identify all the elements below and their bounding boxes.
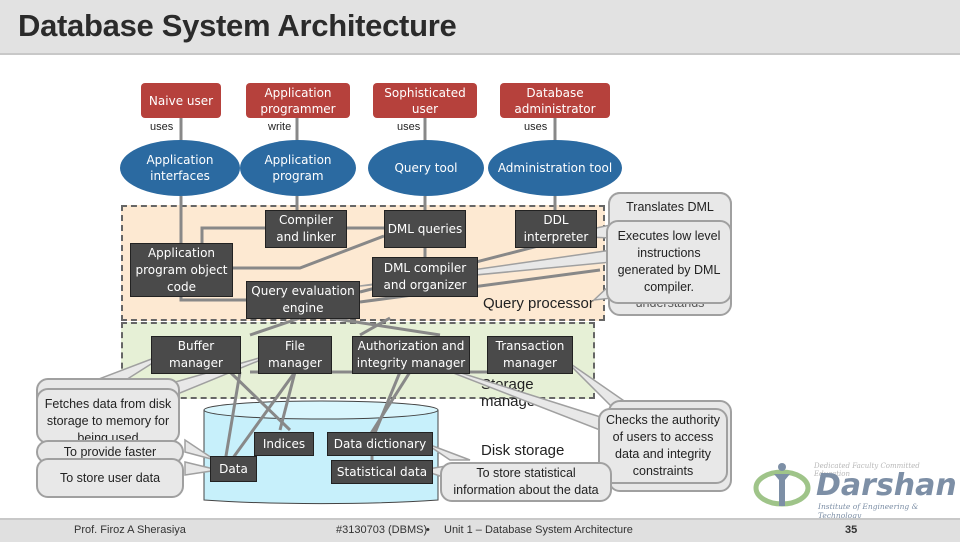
callout-translates-dml-text: Translates DML xyxy=(626,200,714,214)
interface-query-tool: Query tool xyxy=(368,140,484,196)
callout-executes-low-level: Executes low level instructions generate… xyxy=(606,220,732,304)
footer-author: Prof. Firoz A Sherasiya xyxy=(74,524,186,536)
page-number: 35 xyxy=(845,524,858,536)
user-application-programmer: Application programmer xyxy=(246,83,350,118)
footer-course: #3130703 (DBMS) xyxy=(336,524,428,536)
footer-separator: • xyxy=(426,524,430,536)
slide-footer: Prof. Firoz A Sherasiya #3130703 (DBMS) … xyxy=(0,518,960,542)
disk-data: Data xyxy=(210,456,257,482)
logo-name: Darshan xyxy=(816,468,957,503)
footer-unit: Unit 1 – Database System Architecture xyxy=(444,524,633,536)
interface-application-interfaces: Application interfaces xyxy=(120,140,240,196)
user-naive-user: Naive user xyxy=(141,83,221,118)
callout-fetches-data: Fetches data from disk storage to memory… xyxy=(36,388,180,444)
callout-store-statistical: To store statistical information about t… xyxy=(440,462,612,502)
user-database-administrator: Database administrator xyxy=(500,83,610,118)
relation-label-uses: uses xyxy=(524,121,548,133)
sm-buffer-manager: Buffer manager xyxy=(151,336,241,374)
qp-ddl-interpreter: DDL interpreter xyxy=(515,210,597,248)
callout-translates-dml: Translates DML xyxy=(608,192,732,222)
user-sophisticated-user: Sophisticated user xyxy=(373,83,477,118)
sm-authorization-and-integrity-manager: Authorization and integrity manager xyxy=(352,336,470,374)
darshan-logo: Dedicated Faculty Committed Education Da… xyxy=(752,458,957,520)
disk-storage-label: Disk storage xyxy=(481,442,565,459)
interface-application-program: Application program xyxy=(240,140,356,196)
callout-store-user-data: To store user data xyxy=(36,458,184,498)
relation-label-uses: uses xyxy=(150,121,174,133)
qp-dml-compiler-and-organizer: DML compiler and organizer xyxy=(372,257,478,297)
logo-emblem-icon xyxy=(753,463,811,507)
qp-compiler-and-linker: Compiler and linker xyxy=(265,210,347,248)
qp-dml-queries: DML queries xyxy=(384,210,466,248)
qp-application-program-object-code: Application program object code xyxy=(130,243,233,297)
callout-checks-authority: Checks the authority of users to access … xyxy=(598,408,728,484)
relation-label-write: write xyxy=(268,121,292,133)
disk-indices: Indices xyxy=(254,432,314,456)
sm-transaction-manager: Transaction manager xyxy=(487,336,573,374)
disk-statistical-data: Statistical data xyxy=(331,460,433,484)
relation-label-uses: uses xyxy=(397,121,421,133)
interface-administration-tool: Administration tool xyxy=(488,140,622,196)
qp-query-evaluation-engine: Query evaluation engine xyxy=(246,281,360,319)
disk-data-dictionary: Data dictionary xyxy=(327,432,433,456)
sm-file-manager: File manager xyxy=(258,336,332,374)
